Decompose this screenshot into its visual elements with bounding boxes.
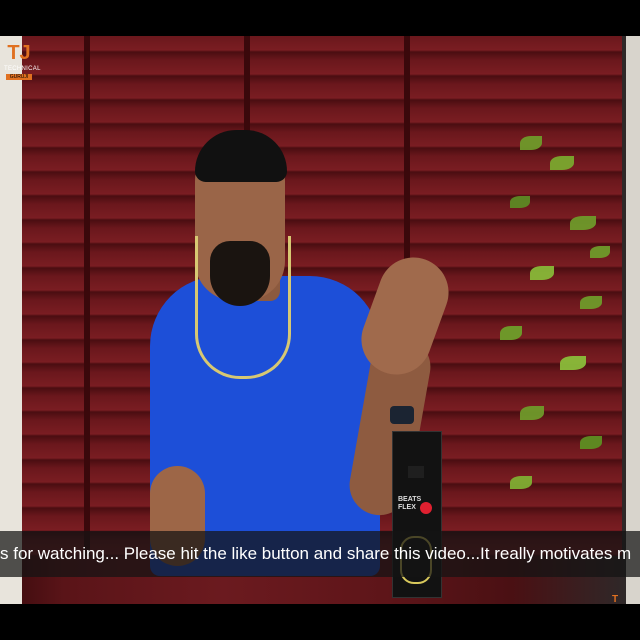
plant xyxy=(480,96,630,566)
channel-logo-sub: GURUJI xyxy=(6,74,32,80)
product-box-label: BEATS FLEX xyxy=(398,496,421,512)
blind-gap xyxy=(84,36,90,556)
channel-logo-mark: TJ xyxy=(7,42,31,64)
video-frame[interactable]: BEATS FLEX TJ TECHNICAL GURUJI s for wat… xyxy=(0,0,640,640)
subtitle-bar: s for watching... Please hit the like bu… xyxy=(0,531,640,577)
earphones xyxy=(195,236,291,379)
channel-logo-text: TECHNICAL xyxy=(4,66,41,72)
subtitle-text: s for watching... Please hit the like bu… xyxy=(0,544,632,563)
video-content[interactable]: BEATS FLEX xyxy=(0,36,640,604)
corner-logo-icon: T xyxy=(612,594,619,605)
wrist-watch xyxy=(390,406,414,424)
product-label-line1: BEATS xyxy=(398,496,422,503)
channel-logo-icon: TJ TECHNICAL GURUJI xyxy=(4,40,41,80)
product-box-hanger xyxy=(408,466,424,478)
product-label-line2: FLEX xyxy=(398,504,416,511)
wall-left xyxy=(0,36,22,604)
beats-logo-icon xyxy=(420,502,432,514)
